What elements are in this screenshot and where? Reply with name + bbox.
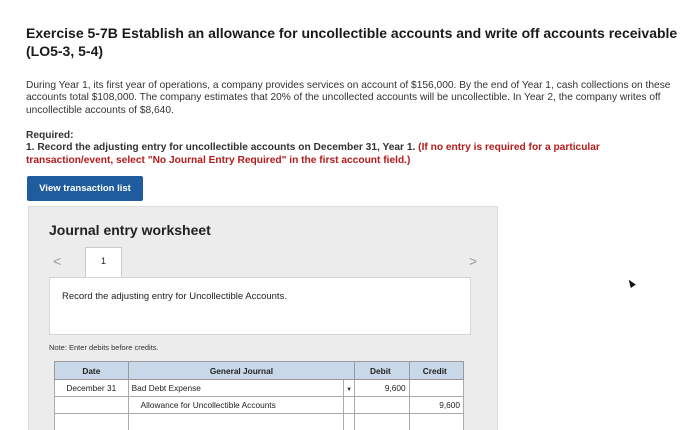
table-row bbox=[54, 413, 465, 430]
journal-entry-worksheet: Journal entry worksheet < 1 > Record the… bbox=[28, 206, 498, 430]
table-row: December 31 Bad Debt Expense ▼ 9,600 bbox=[54, 379, 465, 397]
chevron-left-icon[interactable]: < bbox=[53, 253, 61, 269]
debit-cell[interactable]: 9,600 bbox=[354, 379, 410, 397]
tab-entry-1[interactable]: 1 bbox=[85, 247, 122, 279]
dropdown-arrow-icon: ▼ bbox=[346, 387, 353, 393]
tab-label: 1 bbox=[100, 256, 106, 266]
mouse-cursor-icon bbox=[626, 278, 636, 288]
table-row: Allowance for Uncollectible Accounts 9,6… bbox=[54, 396, 465, 414]
credit-cell[interactable] bbox=[408, 413, 465, 430]
exercise-title: Exercise 5-7B Establish an allowance for… bbox=[26, 25, 678, 59]
debit-cell[interactable] bbox=[354, 396, 410, 414]
account-cell[interactable] bbox=[127, 413, 344, 430]
requirement-prefix: 1. Record the adjusting entry for uncoll… bbox=[26, 142, 416, 154]
header-credit: Credit bbox=[408, 361, 465, 380]
journal-header-row: Date General Journal Debit Credit bbox=[54, 361, 465, 380]
view-transaction-list-button[interactable]: View transaction list bbox=[27, 176, 143, 201]
chevron-right-icon[interactable]: > bbox=[469, 253, 477, 269]
problem-description: During Year 1, its first year of operati… bbox=[26, 80, 671, 116]
credit-cell[interactable]: 9,600 bbox=[408, 396, 465, 414]
header-debit: Debit bbox=[354, 361, 410, 380]
header-general-journal: General Journal bbox=[127, 361, 356, 380]
account-cell[interactable]: Allowance for Uncollectible Accounts bbox=[127, 396, 344, 414]
account-dropdown[interactable]: ▼ bbox=[342, 379, 356, 397]
header-date: Date bbox=[54, 361, 129, 380]
account-cell[interactable]: Bad Debt Expense bbox=[127, 379, 344, 397]
date-cell[interactable]: December 31 bbox=[54, 379, 129, 397]
date-cell[interactable] bbox=[54, 396, 129, 414]
requirement-text: 1. Record the adjusting entry for uncoll… bbox=[26, 142, 681, 167]
debit-cell[interactable] bbox=[354, 413, 410, 430]
entry-instruction-box: Record the adjusting entry for Uncollect… bbox=[49, 277, 471, 335]
entry-instruction: Record the adjusting entry for Uncollect… bbox=[62, 291, 287, 302]
date-cell[interactable] bbox=[54, 413, 129, 430]
requirement-block: Required: 1. Record the adjusting entry … bbox=[26, 130, 681, 167]
required-label: Required: bbox=[26, 130, 74, 141]
debit-credit-note: Note: Enter debits before credits. bbox=[49, 343, 159, 352]
worksheet-title: Journal entry worksheet bbox=[49, 222, 211, 238]
account-dropdown[interactable] bbox=[342, 396, 356, 414]
credit-cell[interactable] bbox=[408, 379, 465, 397]
account-dropdown[interactable] bbox=[342, 413, 356, 430]
journal-table: Date General Journal Debit Credit Decemb… bbox=[54, 361, 465, 430]
